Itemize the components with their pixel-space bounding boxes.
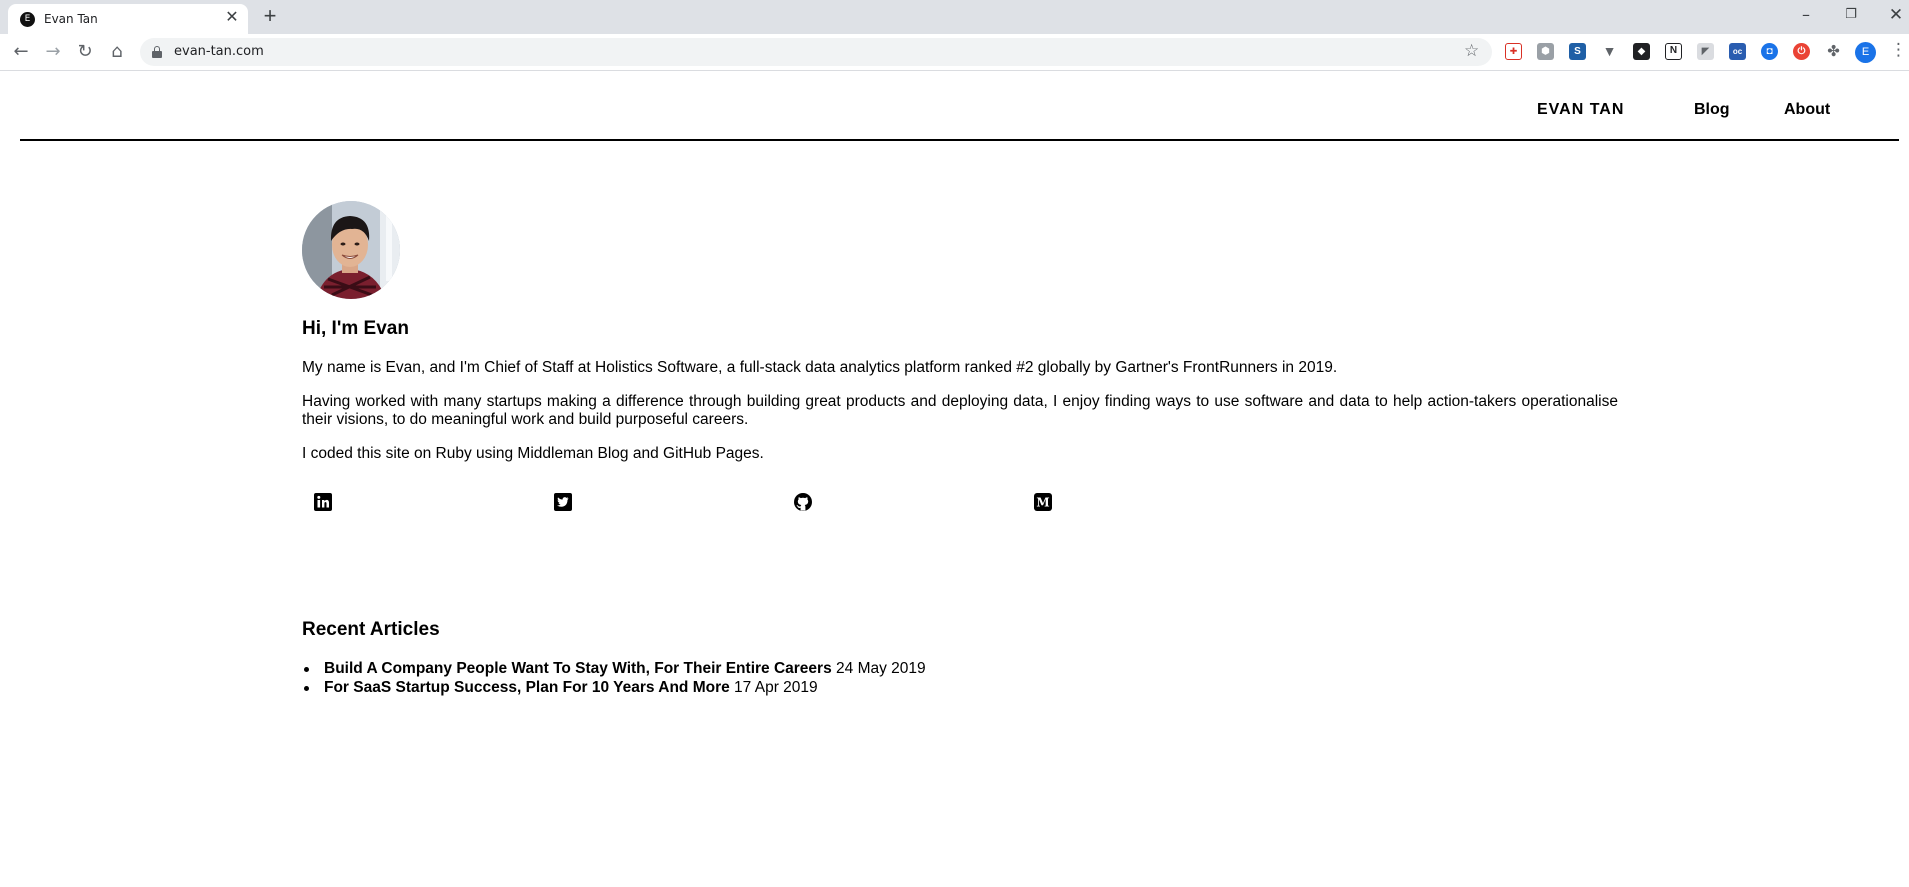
svg-text:M: M (1036, 496, 1049, 510)
close-tab-icon[interactable]: ✕ (223, 9, 241, 27)
intro-paragraph-3: I coded this site on Ruby using Middlema… (302, 445, 764, 462)
site-header: EVAN TAN Blog About (20, 71, 1899, 141)
back-button[interactable]: ← (8, 39, 34, 65)
minimize-window-button[interactable]: – (1786, 2, 1826, 28)
profile-avatar[interactable]: E (1855, 42, 1876, 63)
browser-tab-bar: E Evan Tan ✕ + – ❐ ✕ (0, 0, 1909, 34)
article-date: 24 May 2019 (836, 660, 926, 677)
nav-blog-link[interactable]: Blog (1694, 101, 1730, 119)
profile-photo (302, 201, 400, 299)
browser-toolbar: ← → ↻ ⌂ evan-tan.com ☆ ✚ ⬢ S ▼ ◆ N ◤ oc … (0, 34, 1909, 71)
intro-paragraph-2: Having worked with many startups making … (302, 393, 1618, 428)
linkedin-icon[interactable] (313, 492, 333, 512)
twitter-icon[interactable] (553, 492, 573, 512)
medium-icon[interactable]: M (1033, 492, 1053, 512)
intro-heading: Hi, I'm Evan (302, 318, 409, 339)
tab-title: Evan Tan (44, 12, 98, 26)
extension-5-icon[interactable]: ◆ (1633, 43, 1650, 60)
extension-1-icon[interactable]: ✚ (1505, 43, 1522, 60)
recent-articles-heading: Recent Articles (302, 619, 440, 640)
browser-menu-icon[interactable]: ⋮ (1890, 40, 1907, 60)
extension-8-icon[interactable]: oc (1729, 43, 1746, 60)
extension-2-icon[interactable]: ⬢ (1537, 43, 1554, 60)
favicon-icon: E (20, 12, 35, 27)
article-date: 17 Apr 2019 (734, 679, 818, 696)
extension-10-icon[interactable]: ⏻ (1793, 43, 1810, 60)
extensions-puzzle-icon[interactable]: ✤ (1825, 43, 1842, 60)
reload-button[interactable]: ↻ (72, 39, 98, 65)
forward-button[interactable]: → (40, 39, 66, 65)
article-link[interactable]: For SaaS Startup Success, Plan For 10 Ye… (324, 679, 730, 696)
url-text[interactable]: evan-tan.com (174, 44, 264, 59)
home-button[interactable]: ⌂ (104, 39, 130, 65)
list-item: For SaaS Startup Success, Plan For 10 Ye… (302, 678, 926, 697)
nav-about-link[interactable]: About (1784, 101, 1830, 119)
site-brand-link[interactable]: EVAN TAN (1537, 101, 1624, 119)
extension-4-icon[interactable]: ▼ (1601, 43, 1618, 60)
intro-paragraph-1: My name is Evan, and I'm Chief of Staff … (302, 359, 1338, 376)
new-tab-button[interactable]: + (258, 5, 282, 29)
browser-tab[interactable]: E Evan Tan ✕ (8, 4, 248, 34)
notion-extension-icon[interactable]: N (1665, 43, 1682, 60)
extension-9-icon[interactable]: ◘ (1761, 43, 1778, 60)
address-bar[interactable]: evan-tan.com ☆ (140, 38, 1492, 66)
extension-7-icon[interactable]: ◤ (1697, 43, 1714, 60)
list-item: Build A Company People Want To Stay With… (302, 659, 926, 678)
close-window-button[interactable]: ✕ (1876, 2, 1909, 28)
restore-window-button[interactable]: ❐ (1831, 2, 1871, 28)
lock-icon[interactable] (152, 46, 162, 58)
recent-articles-list: Build A Company People Want To Stay With… (302, 659, 926, 697)
bookmark-star-icon[interactable]: ☆ (1464, 41, 1479, 61)
extension-3-icon[interactable]: S (1569, 43, 1586, 60)
article-link[interactable]: Build A Company People Want To Stay With… (324, 660, 832, 677)
github-icon[interactable] (793, 492, 813, 512)
